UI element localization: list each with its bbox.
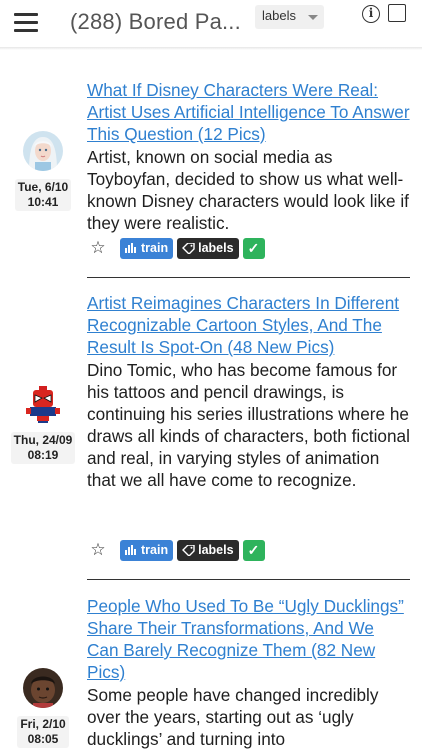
tag-icon: [182, 544, 195, 556]
article-content: People Who Used To Be “Ugly Ducklings” S…: [87, 595, 410, 750]
mark-read-button[interactable]: ✓: [242, 539, 265, 561]
labels-filter-select[interactable]: labels: [255, 5, 324, 29]
info-icon[interactable]: i: [362, 5, 380, 23]
article-date-time: 10:41: [27, 195, 59, 209]
article-title-link[interactable]: What If Disney Characters Were Real: Art…: [87, 79, 410, 145]
article-title-link[interactable]: Artist Reimagines Characters In Differen…: [87, 292, 410, 358]
article-meta: Thu, 24/09 08:19: [10, 384, 76, 464]
child-portrait-avatar: [23, 668, 63, 708]
article-summary: Some people have changed incredibly over…: [87, 685, 379, 749]
article-meta: Tue, 6/10 10:41: [10, 131, 76, 211]
mark-read-button[interactable]: ✓: [242, 237, 265, 259]
bar-chart-icon: [125, 243, 137, 253]
article-meta: Fri, 2/10 08:05: [10, 668, 76, 748]
article-date-day: Tue, 6/10: [17, 180, 69, 194]
labels-button[interactable]: labels: [177, 539, 239, 561]
article-summary: Dino Tomic, who has become famous for hi…: [87, 360, 410, 490]
header-shadow: [0, 47, 422, 50]
article-summary: Artist, known on social media as Toyboyf…: [87, 147, 409, 233]
article-date-time: 08:19: [27, 448, 59, 462]
select-all-checkbox[interactable]: [388, 4, 406, 22]
train-button[interactable]: train: [120, 237, 174, 259]
article-date-time: 08:05: [27, 732, 59, 746]
app-header: (288) Bored Pa... labels i: [0, 0, 422, 50]
article-title-link[interactable]: People Who Used To Be “Ugly Ducklings” S…: [87, 595, 410, 683]
chevron-down-icon: [308, 15, 318, 20]
labels-button[interactable]: labels: [177, 237, 239, 259]
article-divider: [87, 579, 410, 580]
article-date: Fri, 2/10 08:05: [17, 716, 69, 748]
labels-select-value: labels: [262, 8, 296, 23]
article-actions: ☆ train labels ✓: [89, 237, 265, 259]
labels-label: labels: [198, 543, 234, 557]
train-button[interactable]: train: [120, 539, 174, 561]
article-date-day: Fri, 2/10: [20, 717, 66, 731]
train-label: train: [141, 543, 169, 557]
star-icon[interactable]: ☆: [89, 239, 107, 257]
labels-label: labels: [198, 241, 234, 255]
lego-spiderman-avatar: [23, 384, 63, 424]
article-date: Tue, 6/10 10:41: [14, 179, 72, 211]
star-icon[interactable]: ☆: [89, 541, 107, 559]
article-content: What If Disney Characters Were Real: Art…: [87, 79, 410, 234]
woman-portrait-avatar: [23, 131, 63, 171]
tag-icon: [182, 242, 195, 254]
article-date-day: Thu, 24/09: [13, 433, 73, 447]
article-content: Artist Reimagines Characters In Differen…: [87, 292, 410, 491]
article-date: Thu, 24/09 08:19: [10, 432, 76, 464]
bar-chart-icon: [125, 545, 137, 555]
train-label: train: [141, 241, 169, 255]
article-actions: ☆ train labels ✓: [89, 539, 265, 561]
hamburger-menu-icon[interactable]: [14, 13, 38, 33]
page-title: (288) Bored Pa...: [70, 9, 241, 34]
article-divider: [87, 277, 410, 278]
